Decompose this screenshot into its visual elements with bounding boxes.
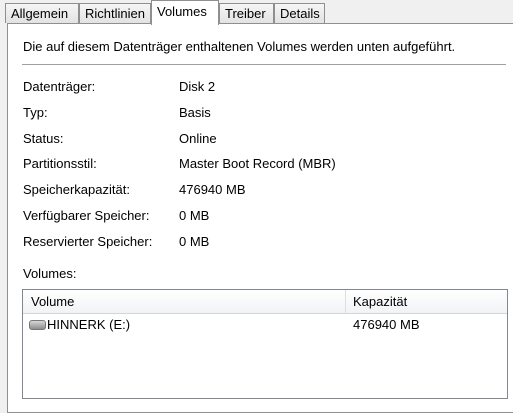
property-value: Master Boot Record (MBR) bbox=[179, 156, 336, 171]
tab-volumes[interactable]: Volumes bbox=[151, 0, 219, 25]
tab-allgemein[interactable]: Allgemein bbox=[5, 3, 79, 23]
property-value: Basis bbox=[179, 105, 211, 120]
list-header: Volume Kapazität bbox=[23, 290, 507, 314]
property-value: 476940 MB bbox=[179, 182, 246, 197]
column-divider[interactable] bbox=[345, 290, 346, 313]
property-value: 0 MB bbox=[179, 208, 210, 223]
property-label: Reservierter Speicher: bbox=[23, 234, 153, 249]
drive-icon bbox=[29, 320, 46, 330]
volume-capacity: 476940 MB bbox=[353, 317, 420, 332]
column-header-volume[interactable]: Volume bbox=[31, 290, 74, 313]
volumes-list[interactable]: Volume Kapazität HINNERK (E:) 476940 MB bbox=[22, 289, 508, 399]
tab-richtlinien[interactable]: Richtlinien bbox=[79, 3, 151, 23]
column-header-capacity[interactable]: Kapazität bbox=[353, 290, 407, 313]
property-value: 0 MB bbox=[179, 234, 210, 249]
property-label: Status: bbox=[23, 131, 64, 146]
tab-strip: Allgemein Richtlinien Volumes Treiber De… bbox=[0, 0, 513, 25]
property-label: Verfügbarer Speicher: bbox=[23, 208, 150, 223]
tab-details[interactable]: Details bbox=[274, 3, 325, 23]
intro-text: Die auf diesem Datenträger enthaltenen V… bbox=[23, 39, 456, 54]
volumes-label: Volumes: bbox=[23, 266, 77, 281]
volume-name: HINNERK (E:) bbox=[47, 317, 131, 332]
separator bbox=[22, 64, 506, 65]
property-value: Online bbox=[179, 131, 217, 146]
property-label: Datenträger: bbox=[23, 79, 96, 94]
property-label: Typ: bbox=[23, 105, 48, 120]
list-item[interactable]: HINNERK (E:) 476940 MB bbox=[23, 316, 507, 334]
tab-treiber[interactable]: Treiber bbox=[219, 3, 274, 23]
property-label: Speicherkapazität: bbox=[23, 182, 130, 197]
property-label: Partitionsstil: bbox=[23, 156, 97, 171]
property-value: Disk 2 bbox=[179, 79, 216, 94]
